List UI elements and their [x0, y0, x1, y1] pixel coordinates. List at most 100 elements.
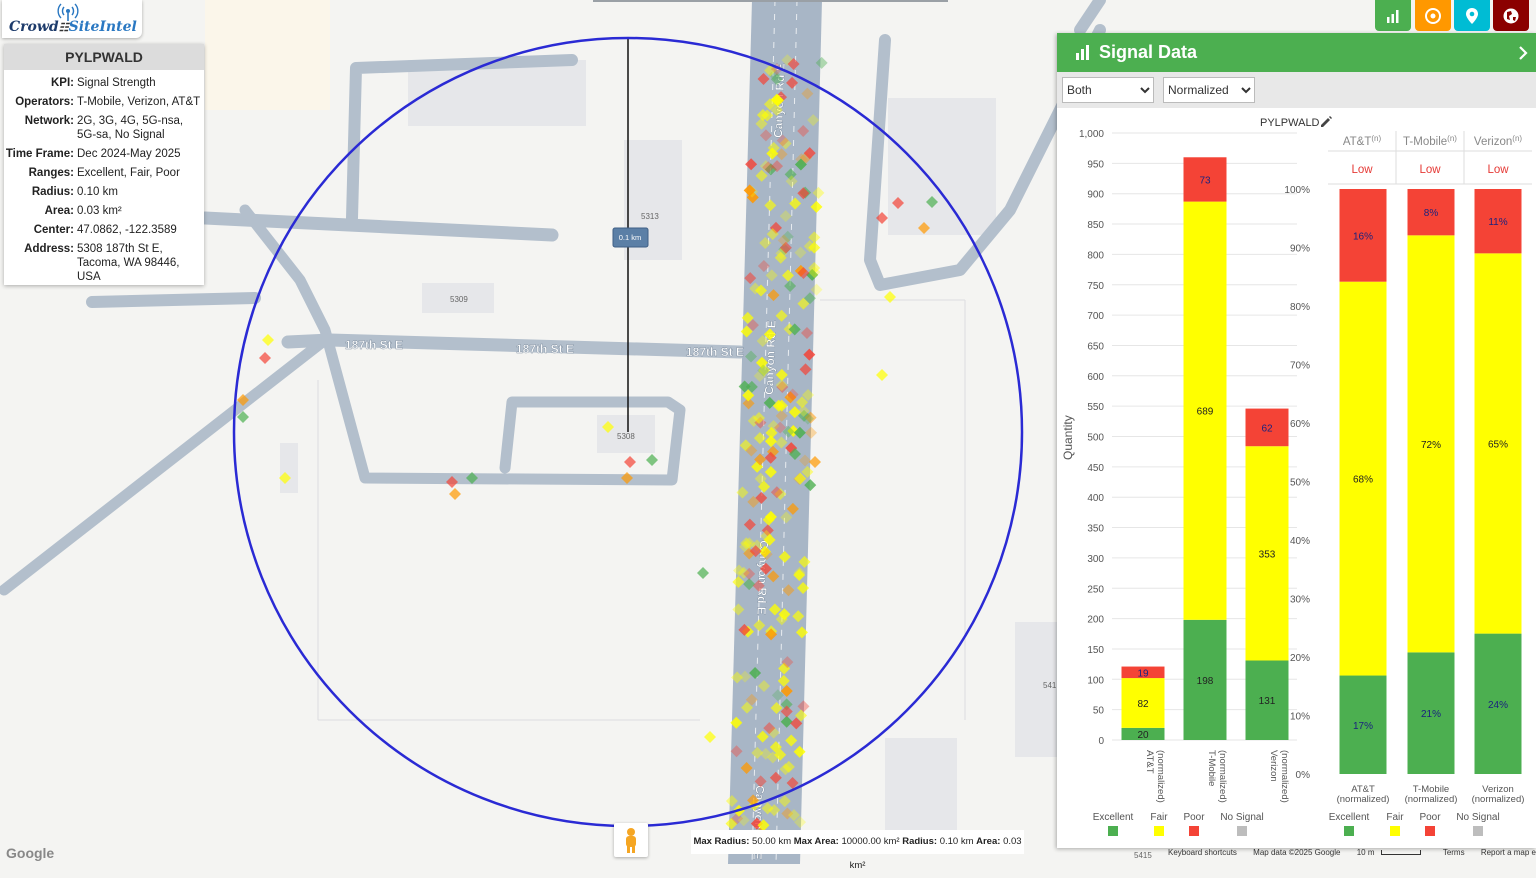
bar-value-label: 82 [1137, 699, 1149, 710]
y-tick-label: 10% [1290, 712, 1310, 723]
info-row: Radius: 0.10 km [31, 186, 118, 198]
bar-value-label: 689 [1197, 407, 1214, 418]
legend-swatch [1473, 826, 1483, 836]
street-label: 187th St E [516, 342, 574, 356]
y-tick-label: 800 [1087, 250, 1104, 261]
globe-button[interactable] [1493, 0, 1529, 31]
y-tick-label: 850 [1087, 220, 1104, 231]
y-tick-label: 0 [1098, 736, 1104, 747]
building-number: 5308 [617, 432, 635, 441]
y-tick-label: 150 [1087, 645, 1104, 656]
y-tick-label: 80% [1290, 302, 1310, 313]
normalization-select[interactable]: Normalized [1163, 77, 1255, 103]
legend-label: No Signal [1220, 812, 1263, 823]
info-row: Operators: T-Mobile, Verizon, AT&T [15, 96, 201, 108]
info-row: Time Frame: Dec 2024-May 2025 [5, 148, 181, 160]
terms-link[interactable]: Terms [1443, 848, 1465, 857]
edit-icon[interactable] [1321, 116, 1332, 127]
radius-tool-button[interactable] [1415, 0, 1451, 31]
y-tick-label: 200 [1087, 615, 1104, 626]
y-tick-label: 60% [1290, 419, 1310, 430]
legend-label: No Signal [1456, 812, 1499, 823]
bar-chart-icon [1076, 45, 1089, 60]
logo-wordmark: Crowd☷SiteIntel [9, 19, 137, 35]
bar-value-label: 20 [1137, 730, 1149, 741]
globe-icon [1503, 8, 1519, 23]
y-tick-label: 100 [1087, 675, 1104, 686]
operator-header-att: AT&T(n) [1343, 134, 1382, 148]
chart-toggle-button[interactable] [1375, 0, 1411, 31]
info-panel: PYLPWALD KPI: Signal Strength Operators: T… [4, 44, 204, 285]
signal-chart: PYLPWALD Quantity AT&T(n) T-Mobile(n) Ve… [1061, 116, 1532, 836]
info-row: Network: 2G, 3G, 4G, 5G-nsa, 5G-sa, No Si… [24, 115, 184, 141]
operator-status-verizon: Low [1487, 164, 1509, 176]
legend-swatch [1425, 826, 1435, 836]
location-pin-icon [1466, 7, 1478, 24]
operator-status-att: Low [1351, 164, 1373, 176]
legend-label: Fair [1386, 812, 1404, 823]
bar-value-label: 19 [1137, 668, 1149, 679]
map-data-text: Map data ©2025 Google [1253, 848, 1341, 857]
app-logo[interactable]: Crowd☷SiteIntel [2, 0, 142, 38]
target-icon [1425, 7, 1441, 24]
panel-controls: Both Normalized [1057, 72, 1536, 108]
keyboard-shortcuts-link[interactable]: Keyboard shortcuts [1168, 848, 1237, 857]
info-table: KPI: Signal Strength Operators: T-Mobile, … [4, 75, 202, 288]
y-tick-label: 350 [1087, 524, 1104, 535]
building-number: 5309 [450, 295, 468, 304]
percent-label: 68% [1353, 475, 1373, 486]
percent-label: 17% [1353, 721, 1373, 732]
quantity-chart: 0 50 100 150 200 250 300 350 400 450 500 550 600 650 7… [1079, 129, 1297, 803]
y-tick-label: 950 [1087, 159, 1104, 170]
pegman-icon [626, 828, 636, 853]
street-view-pegman-button[interactable] [614, 823, 648, 857]
y-tick-label: 500 [1087, 433, 1104, 444]
legend-label: Excellent [1093, 812, 1134, 823]
y-tick-label: 400 [1087, 493, 1104, 504]
signal-data-panel: Signal Data Both Normalized PYLPWALD Qua… [1057, 33, 1536, 848]
svg-text:0.1 km: 0.1 km [619, 233, 642, 242]
y-tick-label: 20% [1290, 653, 1310, 664]
percent-label: 24% [1488, 700, 1508, 711]
y-tick-label: 50 [1093, 706, 1105, 717]
radius-tag: 0.1 km [612, 227, 649, 248]
operator-header-verizon: Verizon(n) [1474, 134, 1522, 148]
operator-mode-select[interactable]: Both [1062, 77, 1154, 103]
legend-swatch [1108, 826, 1118, 836]
panel-header: Signal Data [1057, 33, 1536, 72]
legend-label: Excellent [1329, 812, 1370, 823]
percent-label: 72% [1421, 440, 1441, 451]
bar-value-label: 73 [1199, 175, 1211, 186]
x-tick-label: (normalized) [1472, 794, 1525, 805]
y-tick-label: 600 [1087, 372, 1104, 383]
info-row: Address: 5308 187th St E, Tacoma, WA 9844… [24, 243, 180, 283]
y-tick-label: 70% [1290, 361, 1310, 372]
x-tick-label: (normalized) [1405, 794, 1458, 805]
legend-swatch [1344, 826, 1354, 836]
percent-label: 65% [1488, 439, 1508, 450]
y-tick-label: 50% [1290, 478, 1310, 489]
legend-label: Poor [1183, 812, 1205, 823]
info-row: Ranges: Excellent, Fair, Poor [28, 167, 180, 179]
panel-title: Signal Data [1099, 42, 1198, 62]
google-logo: Google [6, 845, 55, 861]
y-tick-label: 900 [1087, 190, 1104, 201]
y-tick-label: 300 [1087, 554, 1104, 565]
info-row: Center: 47.0862, -122.3589 [33, 224, 177, 236]
bar-value-label: 62 [1261, 423, 1273, 434]
legend-right: Excellent Fair Poor No Signal [1329, 812, 1500, 836]
y-tick-label: 250 [1087, 584, 1104, 595]
bar-value-label: 198 [1197, 676, 1214, 687]
operator-header-tmobile: T-Mobile(n) [1403, 134, 1457, 148]
y-axis-label: Quantity [1061, 415, 1075, 460]
info-row: Area: 0.03 km² [44, 205, 122, 217]
legend-label: Poor [1419, 812, 1441, 823]
chevron-right-icon[interactable] [1518, 46, 1528, 60]
report-error-link[interactable]: Report a map error [1481, 848, 1536, 857]
x-tick-label: Verizon(normalized) [1268, 750, 1290, 803]
location-button[interactable] [1454, 0, 1490, 31]
building-number: 541 [1043, 681, 1057, 690]
y-tick-label: 700 [1087, 311, 1104, 322]
percent-label: 11% [1488, 217, 1507, 228]
legend-swatch [1237, 826, 1247, 836]
